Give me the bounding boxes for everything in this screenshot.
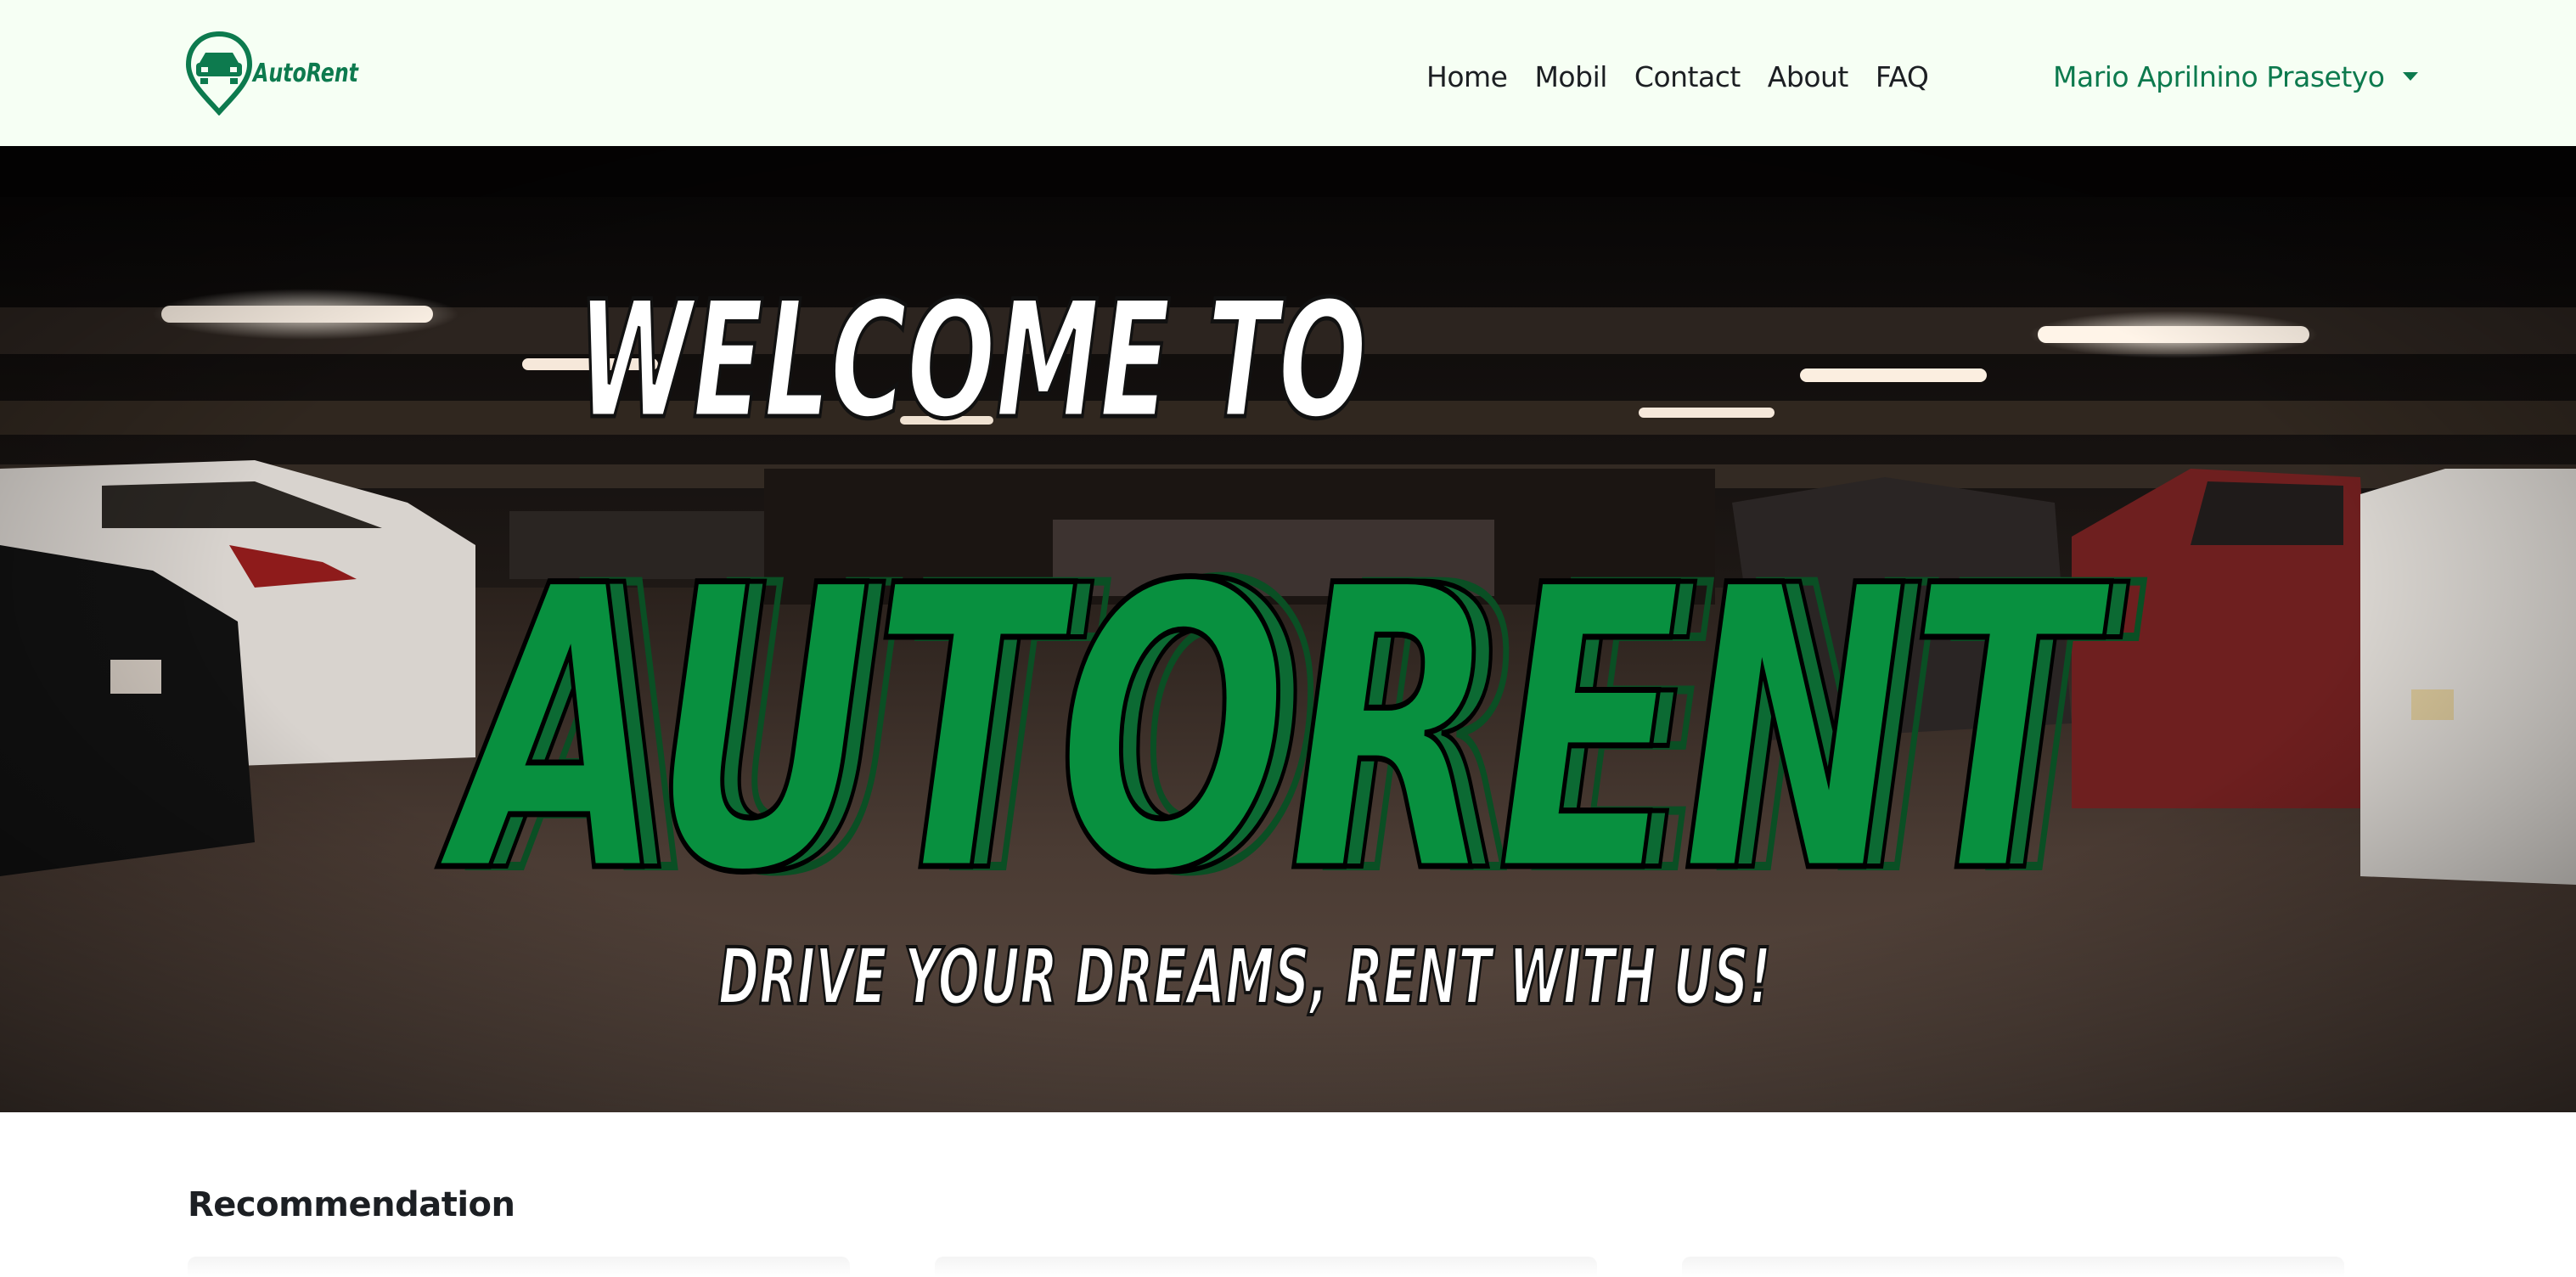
hero-headline: WELCOME TO AUTORENT AUTORENT AUTORENT DR… <box>431 265 2149 1025</box>
hero-welcome-text: WELCOME TO <box>577 267 1367 454</box>
user-name: Mario Aprilnino Prasetyo <box>2053 59 2385 93</box>
brand-text: AutoRent <box>251 59 359 88</box>
nav-link-contact[interactable]: Contact <box>1634 60 1741 93</box>
nav-links: Home Mobil Contact About FAQ <box>1426 49 1929 104</box>
brand-logo-link[interactable]: AutoRent <box>185 31 363 115</box>
hero-banner: WELCOME TO AUTORENT AUTORENT AUTORENT DR… <box>0 146 2576 1112</box>
card-top-1[interactable] <box>188 1257 850 1277</box>
recommendation-title: Recommendation <box>188 1185 515 1224</box>
car-location-pin-icon: AutoRent <box>185 31 359 115</box>
caret-down-icon <box>2403 72 2419 81</box>
hero-brand-text: AUTORENT <box>434 504 2112 959</box>
nav-link-home[interactable]: Home <box>1426 60 1508 93</box>
navbar: AutoRent Home Mobil Contact About FAQ Ma… <box>0 0 2576 146</box>
recommendation-cards <box>188 1257 2344 1277</box>
card-top-3[interactable] <box>1682 1257 2344 1277</box>
user-dropdown-toggle[interactable]: Mario Aprilnino Prasetyo <box>2053 49 2419 104</box>
nav-link-about[interactable]: About <box>1768 60 1849 93</box>
nav-link-faq[interactable]: FAQ <box>1876 60 1929 93</box>
hero-tagline: DRIVE YOUR DREAMS, RENT WITH US! <box>718 931 1771 1022</box>
card-top-2[interactable] <box>935 1257 1597 1277</box>
nav-link-mobil[interactable]: Mobil <box>1534 60 1607 93</box>
